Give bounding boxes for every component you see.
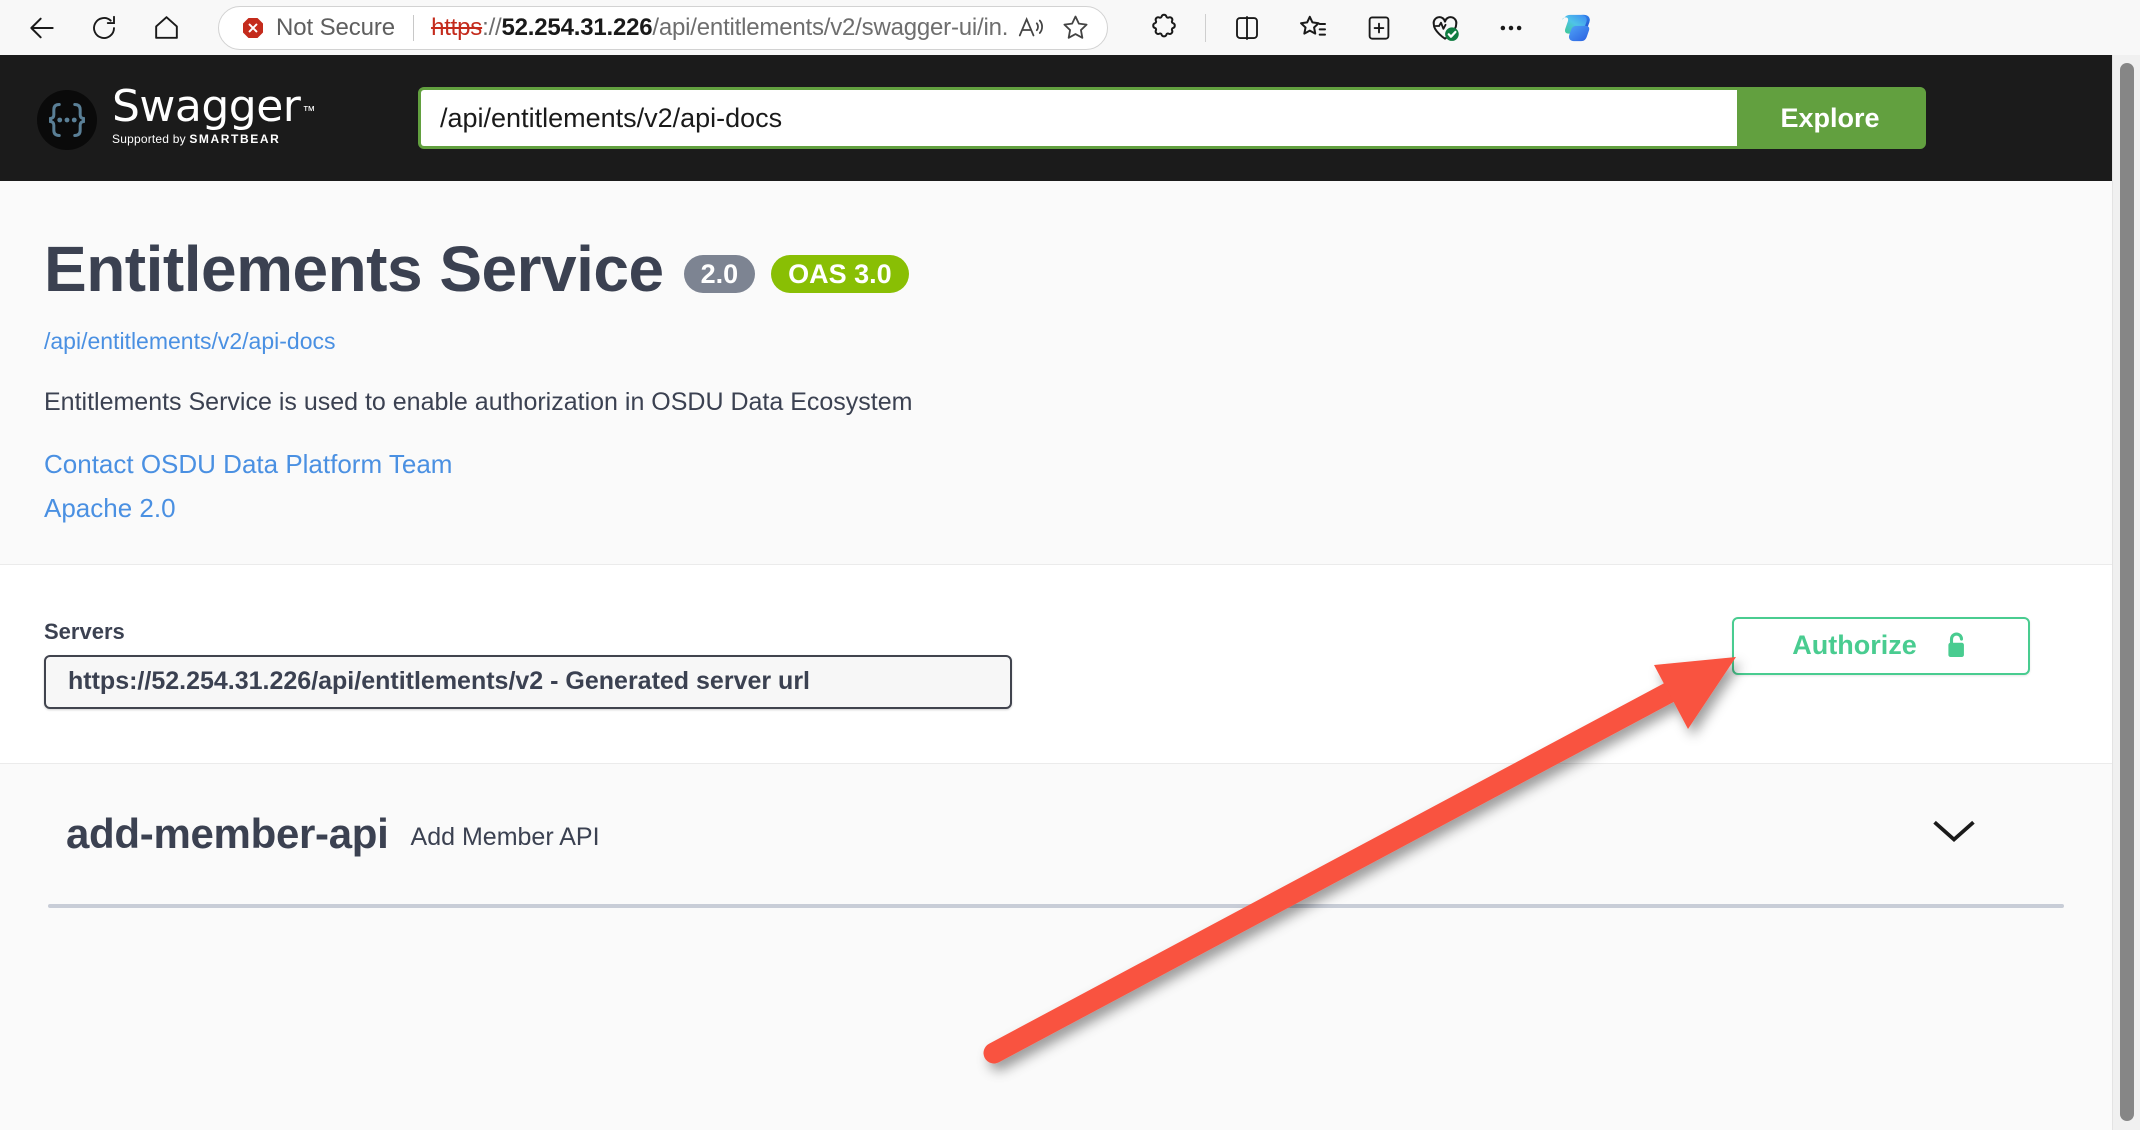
toolbar-divider (1205, 13, 1206, 42)
extensions-icon (1152, 13, 1176, 37)
server-select[interactable]: https://52.254.31.226/api/entitlements/v… (44, 654, 1012, 709)
page-title: Entitlements Service (44, 233, 664, 305)
tag-divider (48, 903, 2064, 908)
copilot-button[interactable] (1551, 5, 1603, 51)
api-url-input[interactable] (421, 90, 1737, 146)
extensions-button[interactable] (1138, 5, 1190, 51)
api-docs-link[interactable]: /api/entitlements/v2/api-docs (44, 328, 2068, 355)
tag-name: add-member-api (66, 809, 389, 857)
servers-control: Servers https://52.254.31.226/api/entitl… (44, 619, 1012, 709)
copilot-icon (1562, 14, 1590, 41)
unlock-icon (1948, 632, 1964, 657)
url-text: https://52.254.31.226/api/entitlements/v… (431, 14, 1009, 42)
back-button[interactable] (14, 5, 70, 51)
home-button[interactable] (138, 5, 194, 51)
refresh-button[interactable] (76, 5, 132, 51)
star-outline-icon (1062, 15, 1088, 39)
api-info-block: Entitlements Service 2.0 OAS 3.0 /api/en… (0, 181, 2112, 564)
refresh-icon (93, 15, 115, 39)
oas-badge: OAS 3.0 (771, 255, 909, 293)
scrollbar-thumb[interactable] (2120, 63, 2134, 1121)
swagger-topbar: Swagger™ Supported by SMARTBEAR Explore (0, 55, 2112, 181)
explore-button[interactable]: Explore (1737, 90, 1923, 146)
vertical-scrollbar[interactable] (2112, 55, 2140, 1130)
url-scheme: https (431, 13, 483, 41)
servers-section: Servers https://52.254.31.226/api/entitl… (0, 563, 2112, 764)
authorize-label: Authorize (1792, 630, 1917, 660)
license-link[interactable]: Apache 2.0 (44, 493, 2068, 524)
favorites-button[interactable] (1287, 5, 1339, 51)
browser-toolbar-actions (1138, 5, 1617, 51)
version-badge: 2.0 (683, 255, 756, 293)
address-bar[interactable]: Not Secure https://52.254.31.226/api/ent… (218, 5, 1108, 50)
explore-form: Explore (418, 87, 1926, 149)
split-screen-button[interactable] (1221, 5, 1273, 51)
swagger-supported-by: Supported by SMARTBEAR (112, 132, 315, 146)
browser-toolbar: Not Secure https://52.254.31.226/api/ent… (0, 0, 2140, 55)
browser-essentials-button[interactable] (1419, 5, 1471, 51)
chevron-down-icon (1933, 820, 1975, 842)
api-description: Entitlements Service is used to enable a… (44, 388, 913, 416)
add-favorite-button[interactable] (1053, 8, 1097, 48)
swagger-ui-body: Entitlements Service 2.0 OAS 3.0 /api/en… (0, 181, 2112, 1130)
home-icon (154, 16, 178, 39)
swagger-logo-icon (36, 89, 98, 151)
address-divider (413, 14, 415, 41)
smartbear-brand: SMARTBEAR (189, 132, 281, 146)
swagger-wordmark: Swagger ™ Supported by SMARTBEAR (112, 85, 316, 147)
servers-label: Servers (44, 618, 125, 644)
url-host: 52.254.31.226 (501, 13, 653, 41)
tag-header-add-member-api[interactable]: add-member-api Add Member API (0, 764, 2112, 904)
url-separator: :// (482, 13, 502, 41)
more-options-button[interactable] (1485, 5, 1537, 51)
swagger-trademark: ™ (302, 102, 316, 118)
read-aloud-icon (1018, 16, 1043, 36)
swagger-logo-text: Swagger (112, 81, 301, 132)
contact-link[interactable]: Contact OSDU Data Platform Team (44, 449, 2068, 480)
api-title-row: Entitlements Service 2.0 OAS 3.0 (44, 237, 2068, 301)
url-path: /api/entitlements/v2/swagger-ui/in... (652, 13, 1009, 41)
split-screen-icon (1236, 15, 1258, 40)
authorize-wrap: Authorize (1732, 616, 2030, 675)
collections-button[interactable] (1353, 5, 1405, 51)
favorites-icon (1300, 15, 1326, 36)
tag-description: Add Member API (410, 822, 600, 851)
supported-by-prefix: Supported by (112, 132, 190, 146)
more-options-icon (1500, 25, 1522, 30)
tag-expand-button[interactable] (1932, 817, 1976, 850)
browser-essentials-icon (1432, 15, 1459, 41)
authorize-button[interactable]: Authorize (1732, 616, 2030, 675)
read-aloud-button[interactable] (1009, 8, 1053, 48)
tag-sections: add-member-api Add Member API (0, 763, 2112, 908)
arrow-left-icon (30, 17, 54, 38)
security-status-label: Not Secure (276, 13, 396, 41)
swagger-logo[interactable]: Swagger ™ Supported by SMARTBEAR (36, 85, 366, 151)
collections-icon (1368, 15, 1390, 40)
not-secure-icon (243, 17, 263, 38)
